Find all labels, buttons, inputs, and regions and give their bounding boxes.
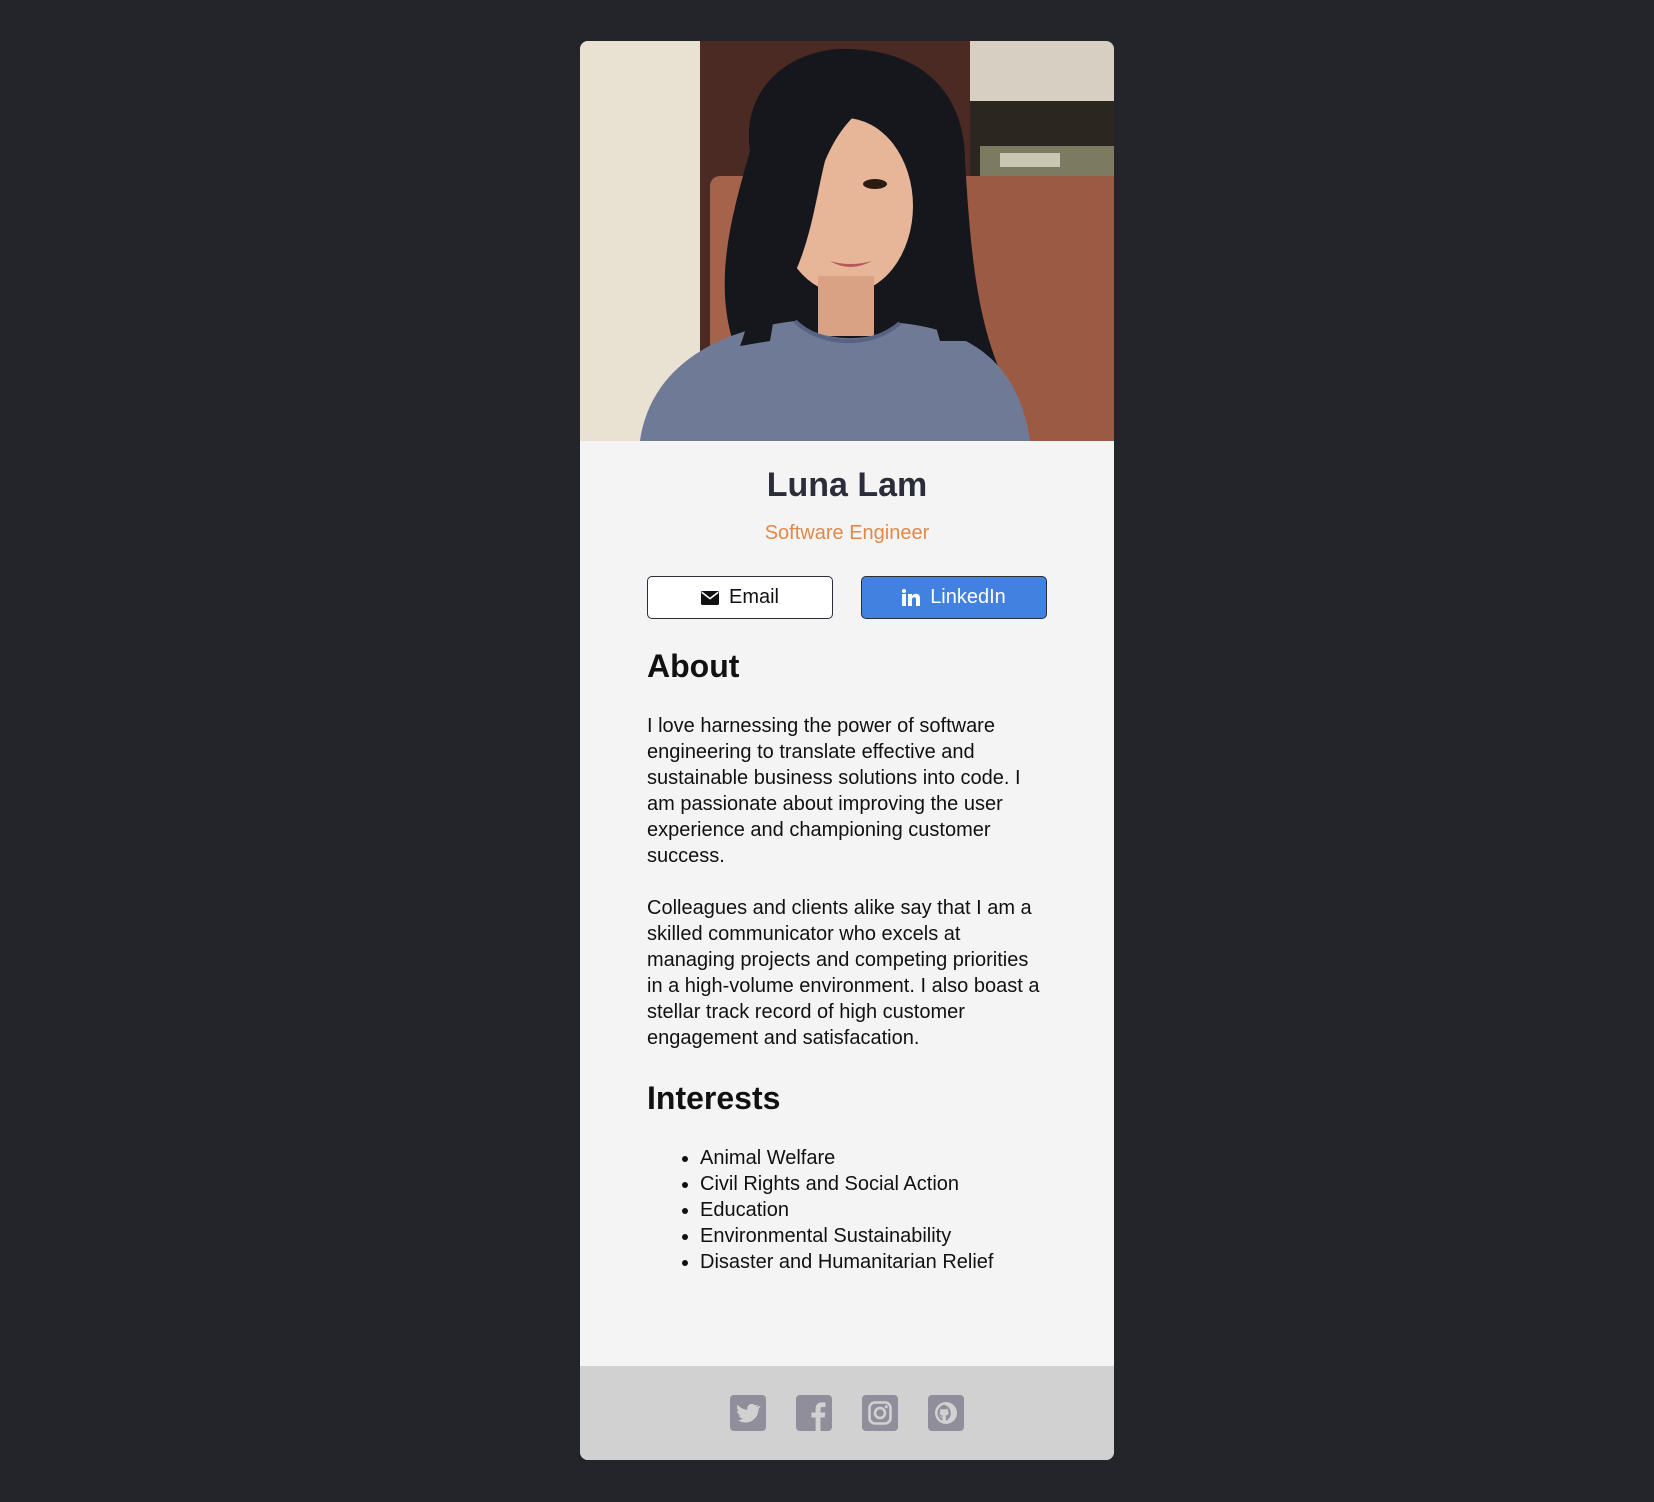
about-paragraph: I love harnessing the power of software … bbox=[647, 715, 1021, 867]
facebook-icon[interactable] bbox=[796, 1395, 832, 1431]
profile-card: Luna Lam Software Engineer Email LinkedI… bbox=[580, 41, 1114, 1460]
social-footer bbox=[580, 1366, 1114, 1460]
interests-list: Animal Welfare Civil Rights and Social A… bbox=[647, 1145, 1047, 1275]
profile-title: Software Engineer bbox=[764, 522, 930, 544]
profile-photo bbox=[580, 41, 1114, 441]
linkedin-icon bbox=[902, 589, 921, 606]
linkedin-button-label: LinkedIn bbox=[930, 586, 1006, 608]
email-button[interactable]: Email bbox=[647, 576, 833, 619]
list-item: Civil Rights and Social Action bbox=[700, 1171, 1047, 1197]
envelope-icon bbox=[700, 590, 719, 605]
github-icon[interactable] bbox=[928, 1395, 964, 1431]
interests-heading: Interests bbox=[647, 1080, 781, 1116]
profile-content: Luna Lam Software Engineer Email LinkedI… bbox=[647, 465, 1047, 1275]
linkedin-button[interactable]: LinkedIn bbox=[861, 576, 1047, 619]
contact-buttons: Email LinkedIn bbox=[647, 576, 1047, 619]
twitter-icon[interactable] bbox=[730, 1395, 766, 1431]
about-paragraph: Colleagues and clients alike say that I … bbox=[647, 897, 1040, 1049]
list-item: Animal Welfare bbox=[700, 1145, 1047, 1171]
profile-photo-illustration bbox=[580, 41, 1114, 441]
profile-name: Luna Lam bbox=[766, 466, 928, 504]
email-button-label: Email bbox=[728, 586, 779, 608]
list-item: Environmental Sustainability bbox=[700, 1223, 1047, 1249]
instagram-icon[interactable] bbox=[862, 1395, 898, 1431]
about-heading: About bbox=[647, 648, 740, 684]
list-item: Disaster and Humanitarian Relief bbox=[700, 1249, 1047, 1275]
list-item: Education bbox=[700, 1197, 1047, 1223]
